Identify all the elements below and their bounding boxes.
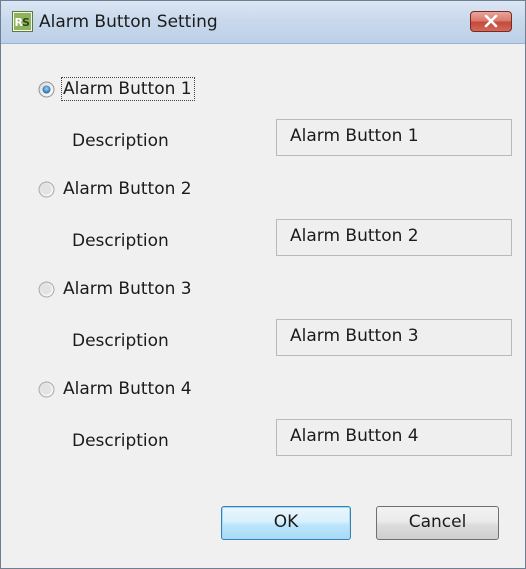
rs-app-icon: R S xyxy=(12,11,33,32)
alarm-button-4-description-field[interactable]: Alarm Button 4 xyxy=(276,419,512,456)
alarm-button-3-label[interactable]: Alarm Button 3 xyxy=(63,278,192,300)
alarm-button-1-description-field[interactable]: Alarm Button 1 xyxy=(276,119,512,156)
dialog-client-area: Alarm Button 1 Description Alarm Button … xyxy=(1,44,525,568)
alarm-button-2-radio[interactable] xyxy=(38,181,55,198)
alarm-button-3-description-field[interactable]: Alarm Button 3 xyxy=(276,319,512,356)
ok-button[interactable]: OK xyxy=(221,506,351,540)
alarm-button-setting-dialog: R S Alarm Button Setting Alarm Button 1 … xyxy=(0,0,526,569)
alarm-button-4-radio[interactable] xyxy=(38,381,55,398)
alarm-button-1-label[interactable]: Alarm Button 1 xyxy=(61,77,195,101)
alarm-button-2-label[interactable]: Alarm Button 2 xyxy=(63,178,192,200)
alarm-button-3-description-label: Description xyxy=(72,331,169,351)
alarm-button-3-radio[interactable] xyxy=(38,281,55,298)
cancel-button[interactable]: Cancel xyxy=(376,506,499,540)
alarm-button-4-description-label: Description xyxy=(72,431,169,451)
alarm-button-1-radio[interactable] xyxy=(38,81,55,98)
alarm-button-4-label[interactable]: Alarm Button 4 xyxy=(63,378,192,400)
title-bar[interactable]: R S Alarm Button Setting xyxy=(1,1,525,44)
svg-text:S: S xyxy=(22,16,30,29)
close-icon xyxy=(484,15,498,28)
alarm-button-2-description-field[interactable]: Alarm Button 2 xyxy=(276,219,512,256)
alarm-button-2-description-label: Description xyxy=(72,231,169,251)
window-title: Alarm Button Setting xyxy=(39,12,218,32)
alarm-button-1-description-label: Description xyxy=(72,131,169,151)
close-button[interactable] xyxy=(470,11,512,32)
